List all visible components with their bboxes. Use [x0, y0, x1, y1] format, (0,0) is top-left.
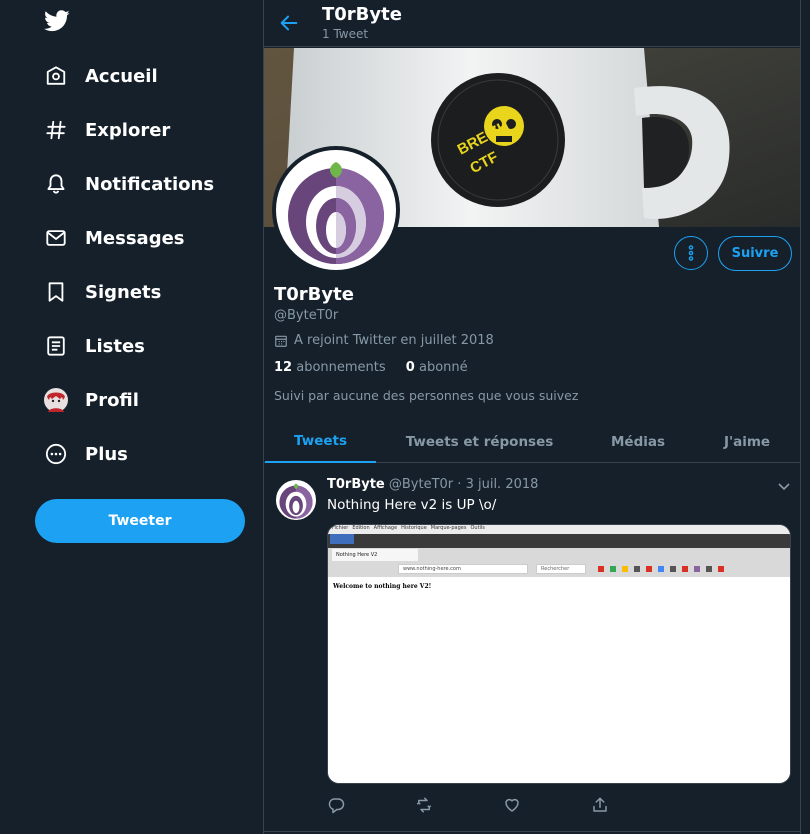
sidebar-item-plus[interactable]: Plus	[44, 439, 128, 469]
follow-stats: 12 abonnements 0 abonné	[274, 360, 468, 375]
page-title: T0rByte	[322, 4, 402, 25]
joined-text: A rejoint Twitter en juillet 2018	[294, 333, 494, 348]
tweet-media-image[interactable]: Fichier Édition Affichage Historique Marque-…	[327, 524, 791, 784]
sidebar-item-label: Plus	[85, 443, 128, 465]
profile-header: T0rByte 1 Tweet	[264, 0, 800, 47]
media-page-body: Welcome to nothing here V2!	[328, 577, 790, 783]
more-options-button[interactable]	[674, 236, 708, 270]
profile-name: T0rByte	[274, 284, 354, 305]
sidebar: Accueil Explorer Notifications Messages …	[0, 0, 263, 834]
envelope-icon	[44, 226, 68, 250]
following-count: 12	[274, 360, 293, 375]
more-vertical-icon	[688, 245, 694, 261]
share-icon[interactable]	[591, 796, 611, 816]
list-icon	[44, 334, 68, 358]
sidebar-item-profil[interactable]: Profil	[44, 385, 139, 415]
profile-handle: @ByteT0r	[274, 308, 339, 323]
profile-avatar[interactable]	[272, 146, 400, 274]
right-edge	[801, 0, 810, 834]
tweet-date[interactable]: 3 juil. 2018	[466, 477, 539, 492]
following-label: abonnements	[296, 360, 386, 375]
following-link[interactable]: 12 abonnements	[274, 360, 386, 375]
calendar-icon	[275, 335, 287, 347]
sidebar-item-label: Messages	[85, 227, 185, 249]
tweet-avatar[interactable]	[274, 478, 318, 522]
tweet-count: 1 Tweet	[322, 27, 369, 41]
sidebar-item-label: Signets	[85, 281, 162, 303]
tab-tweets-replies[interactable]: Tweets et réponses	[392, 420, 567, 463]
more-circle-icon	[44, 442, 68, 466]
followers-link[interactable]: 0 abonné	[406, 360, 468, 375]
tweet-separator: ·	[457, 477, 462, 492]
followers-label: abonné	[418, 360, 468, 375]
media-search-box: Rechercher	[536, 564, 586, 574]
tweet-author-handle: @ByteT0r	[388, 477, 454, 492]
followed-by-text: Suivi par aucune des personnes que vous …	[274, 388, 579, 403]
bookmark-icon	[44, 280, 68, 304]
tweet-header: T0rByte @ByteT0r · 3 juil. 2018	[327, 477, 538, 492]
sidebar-item-signets[interactable]: Signets	[44, 277, 161, 307]
media-browser-tab: Nothing Here V2	[332, 549, 418, 561]
tweet-item[interactable]: T0rByte @ByteT0r · 3 juil. 2018 Nothing …	[264, 464, 800, 832]
home-icon	[44, 64, 68, 88]
tweet-text: Nothing Here v2 is UP \o/	[327, 497, 497, 513]
profile-column: T0rByte 1 Tweet BREIZH CTF Suivre T0rByt…	[263, 0, 801, 834]
sidebar-item-label: Notifications	[85, 173, 215, 195]
media-page-text: Welcome to nothing here V2!	[333, 583, 432, 590]
hashtag-icon	[44, 118, 68, 142]
tab-likes[interactable]: J'aime	[704, 420, 790, 463]
sidebar-item-explorer[interactable]: Explorer	[44, 115, 170, 145]
sidebar-item-label: Listes	[85, 335, 145, 357]
sidebar-item-messages[interactable]: Messages	[44, 223, 185, 253]
back-arrow-icon[interactable]	[278, 12, 300, 34]
sidebar-item-listes[interactable]: Listes	[44, 331, 145, 361]
tab-tweets[interactable]: Tweets	[265, 420, 376, 463]
tor-onion-icon	[280, 154, 392, 266]
tab-media[interactable]: Médias	[594, 420, 682, 463]
tweet-button[interactable]: Tweeter	[35, 499, 245, 543]
retweet-icon[interactable]	[415, 796, 435, 816]
sidebar-item-label: Explorer	[85, 119, 171, 141]
avatar-icon	[44, 388, 68, 412]
follow-button[interactable]: Suivre	[718, 236, 792, 271]
chevron-down-icon[interactable]	[776, 478, 792, 494]
sidebar-item-label: Profil	[85, 389, 139, 411]
media-browser-chrome: Fichier Édition Affichage Historique Marque-…	[328, 525, 790, 577]
profile-tabs: Tweets Tweets et réponses Médias J'aime	[264, 420, 800, 463]
sidebar-item-accueil[interactable]: Accueil	[44, 61, 158, 91]
bell-icon	[44, 172, 68, 196]
reply-icon[interactable]	[327, 796, 347, 816]
sidebar-item-label: Accueil	[85, 65, 158, 87]
tweet-actions	[327, 796, 627, 818]
tor-onion-icon	[279, 483, 313, 519]
like-heart-icon[interactable]	[503, 796, 523, 816]
sidebar-item-notifications[interactable]: Notifications	[44, 169, 214, 199]
followers-count: 0	[405, 360, 415, 375]
tweet-author-name[interactable]: T0rByte	[327, 477, 385, 492]
media-address-bar: www.nothing-here.com	[398, 564, 528, 574]
joined-date: A rejoint Twitter en juillet 2018	[274, 333, 494, 348]
media-menubar: Fichier Édition Affichage Historique Marque-…	[328, 525, 790, 534]
twitter-bird-icon[interactable]	[44, 10, 70, 36]
